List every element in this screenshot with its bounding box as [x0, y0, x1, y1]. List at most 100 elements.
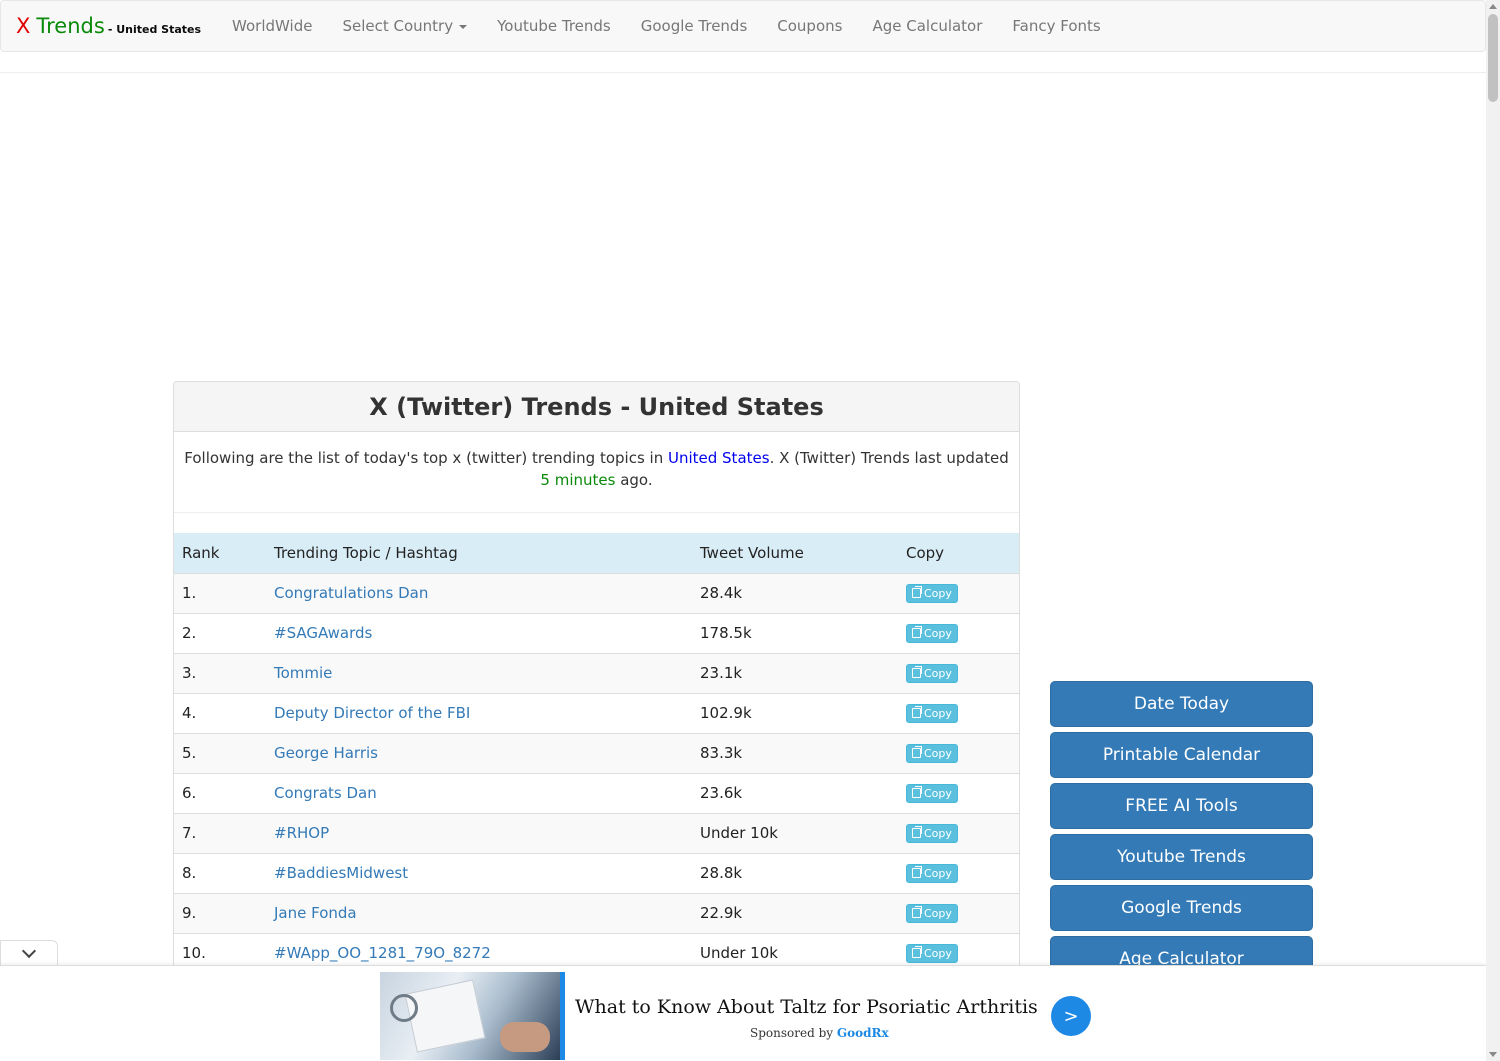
rank-cell: 9. — [174, 892, 266, 933]
table-row: 8. #BaddiesMidwest 28.8k Copy — [174, 852, 1019, 893]
copy-button[interactable]: Copy — [906, 743, 958, 763]
bottom-ad-banner[interactable]: What to Know About Taltz for Psoriatic A… — [0, 965, 1486, 1061]
copy-cell: Copy — [898, 612, 1019, 653]
copy-cell: Copy — [898, 892, 1019, 933]
copy-button-label: Copy — [924, 826, 952, 840]
copy-button-label: Copy — [924, 706, 952, 720]
table-row: 7. #RHOP Under 10k Copy — [174, 812, 1019, 853]
topic-link[interactable]: Congratulations Dan — [266, 572, 692, 613]
nav-coupons[interactable]: Coupons — [762, 17, 857, 35]
scroll-down-icon[interactable] — [1489, 1052, 1497, 1057]
header-divider — [0, 72, 1486, 73]
scrollbar-thumb[interactable] — [1488, 14, 1498, 102]
topic-link[interactable]: Tommie — [266, 652, 692, 693]
table-row: 4. Deputy Director of the FBI 102.9k Copy — [174, 692, 1019, 733]
nav-google-trends[interactable]: Google Trends — [626, 17, 763, 35]
intro-country-link[interactable]: United States — [668, 449, 770, 467]
sidebar-google-trends-button[interactable]: Google Trends — [1050, 885, 1313, 931]
copy-button-label: Copy — [924, 586, 952, 600]
copy-button[interactable]: Copy — [906, 783, 958, 803]
intro-suffix: ago. — [615, 471, 653, 489]
sidebar-free-ai-tools-button[interactable]: FREE AI Tools — [1050, 783, 1313, 829]
copy-button[interactable]: Copy — [906, 663, 958, 683]
trends-panel: X (Twitter) Trends - United States Follo… — [173, 381, 1020, 981]
copy-button[interactable]: Copy — [906, 583, 958, 603]
nav-youtube-trends[interactable]: Youtube Trends — [482, 17, 626, 35]
page-title: X (Twitter) Trends - United States — [369, 392, 824, 421]
sidebar-date-today-button[interactable]: Date Today — [1050, 681, 1313, 727]
copy-button[interactable]: Copy — [906, 823, 958, 843]
copy-button-label: Copy — [924, 866, 952, 880]
copy-button-label: Copy — [924, 946, 952, 960]
copy-icon — [912, 586, 922, 598]
ad-title[interactable]: What to Know About Taltz for Psoriatic A… — [575, 996, 1038, 1018]
copy-icon — [912, 746, 922, 758]
topic-link[interactable]: #RHOP — [266, 812, 692, 853]
table-row: 1. Congratulations Dan 28.4k Copy — [174, 572, 1019, 613]
rank-cell: 5. — [174, 732, 266, 773]
ad-collapse-toggle[interactable] — [0, 940, 58, 966]
copy-button-label: Copy — [924, 626, 952, 640]
volume-cell: 22.9k — [692, 892, 898, 933]
volume-cell: 28.4k — [692, 572, 898, 613]
site-brand[interactable]: X Trends - United States — [1, 14, 217, 38]
rank-cell: 7. — [174, 812, 266, 853]
table-row: 3. Tommie 23.1k Copy — [174, 652, 1019, 693]
copy-icon — [912, 906, 922, 918]
topic-link[interactable]: Congrats Dan — [266, 772, 692, 813]
table-header-row: Rank Trending Topic / Hashtag Tweet Volu… — [174, 533, 1019, 573]
intro-prefix: Following are the list of today's top x … — [184, 449, 668, 467]
topic-link[interactable]: Jane Fonda — [266, 892, 692, 933]
topic-link[interactable]: George Harris — [266, 732, 692, 773]
copy-icon — [912, 866, 922, 878]
rank-cell: 6. — [174, 772, 266, 813]
topic-link[interactable]: #SAGAwards — [266, 612, 692, 653]
ad-sponsor-name[interactable]: GoodRx — [837, 1026, 889, 1040]
volume-cell: 28.8k — [692, 852, 898, 893]
copy-button[interactable]: Copy — [906, 623, 958, 643]
brand-x: X — [16, 14, 31, 38]
sidebar-youtube-trends-button[interactable]: Youtube Trends — [1050, 834, 1313, 880]
volume-cell: 83.3k — [692, 732, 898, 773]
copy-cell: Copy — [898, 692, 1019, 733]
copy-button-label: Copy — [924, 746, 952, 760]
topic-link[interactable]: Deputy Director of the FBI — [266, 692, 692, 733]
rank-cell: 8. — [174, 852, 266, 893]
rank-cell: 4. — [174, 692, 266, 733]
copy-button[interactable]: Copy — [906, 703, 958, 723]
copy-button[interactable]: Copy — [906, 863, 958, 883]
top-navbar: X Trends - United States WorldWide Selec… — [0, 0, 1486, 52]
stethoscope-illustration — [390, 994, 418, 1022]
topic-link[interactable]: #BaddiesMidwest — [266, 852, 692, 893]
copy-button-label: Copy — [924, 666, 952, 680]
copy-icon — [912, 706, 922, 718]
brand-country: - United States — [107, 23, 202, 36]
volume-cell: Under 10k — [692, 812, 898, 853]
copy-button-label: Copy — [924, 906, 952, 920]
header-copy: Copy — [898, 533, 1019, 573]
nav-fancy-fonts[interactable]: Fancy Fonts — [997, 17, 1115, 35]
copy-icon — [912, 826, 922, 838]
intro-divider — [174, 512, 1019, 513]
nav-age-calculator[interactable]: Age Calculator — [857, 17, 997, 35]
rank-cell: 3. — [174, 652, 266, 693]
table-row: 5. George Harris 83.3k Copy — [174, 732, 1019, 773]
page-scrollbar[interactable] — [1486, 0, 1500, 1061]
copy-cell: Copy — [898, 572, 1019, 613]
ad-sponsored-by: Sponsored by — [750, 1026, 837, 1040]
copy-button[interactable]: Copy — [906, 903, 958, 923]
ad-go-arrow-button[interactable]: > — [1051, 996, 1091, 1036]
nav-select-country[interactable]: Select Country — [327, 17, 482, 35]
scroll-up-icon[interactable] — [1489, 4, 1497, 9]
clipboard-illustration — [404, 979, 486, 1053]
header-rank: Rank — [174, 533, 266, 573]
copy-button[interactable]: Copy — [906, 943, 958, 963]
copy-cell: Copy — [898, 852, 1019, 893]
ad-image[interactable] — [380, 972, 560, 1060]
sidebar-printable-calendar-button[interactable]: Printable Calendar — [1050, 732, 1313, 778]
header-volume: Tweet Volume — [692, 533, 898, 573]
ad-accent-bar — [560, 972, 565, 1060]
volume-cell: 23.1k — [692, 652, 898, 693]
nav-worldwide[interactable]: WorldWide — [217, 17, 327, 35]
copy-icon — [912, 626, 922, 638]
